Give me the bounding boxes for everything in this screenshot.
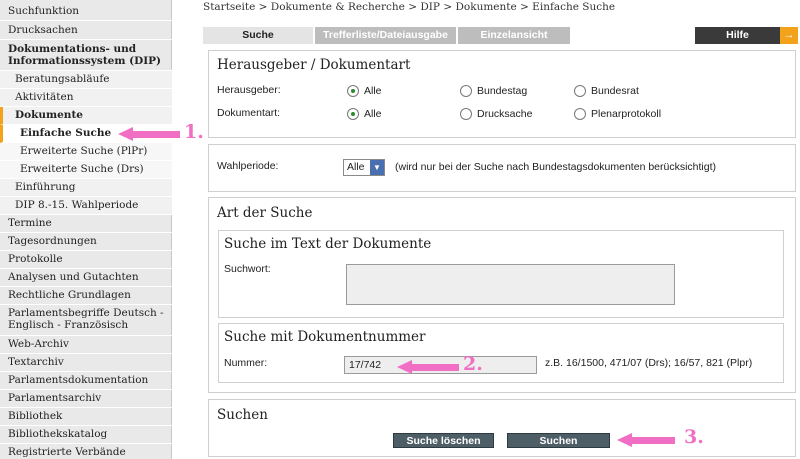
sidebar-item-parlamentsbegriffe[interactable]: Parlamentsbegriffe Deutsch - Englisch - … bbox=[0, 305, 172, 336]
sidebar-item-einfuehrung[interactable]: Einführung bbox=[0, 179, 172, 197]
period-hint: (wird nur bei der Suche nach Bundestagsd… bbox=[395, 161, 717, 173]
publisher-label: Herausgeber: bbox=[217, 84, 281, 96]
sidebar-item-beratungsablaeufe[interactable]: Beratungsabläufe bbox=[0, 71, 172, 89]
annotation-step-3: 3. bbox=[684, 426, 704, 448]
sidebar-item-tagesordnungen[interactable]: Tagesordnungen bbox=[0, 233, 172, 251]
number-example: z.B. 16/1500, 471/07 (Drs); 16/57, 821 (… bbox=[545, 357, 753, 369]
arrow-right-icon[interactable]: → bbox=[780, 27, 798, 44]
sidebar-item-dip-8-15[interactable]: DIP 8.-15. Wahlperiode bbox=[0, 197, 172, 215]
doctype-radio-alle[interactable] bbox=[347, 108, 359, 120]
clear-search-button[interactable]: Suche löschen bbox=[393, 433, 494, 448]
annotation-step-2: 2. bbox=[463, 353, 483, 375]
sidebar-item-bibliothek[interactable]: Bibliothek bbox=[0, 408, 172, 426]
breadcrumb: Startseite > Dokumente & Recherche > DIP… bbox=[203, 1, 616, 13]
annotation-arrow-1 bbox=[118, 127, 180, 141]
text-search-title: Suche im Text der Dokumente bbox=[224, 236, 432, 252]
search-button[interactable]: Suchen bbox=[507, 433, 610, 448]
doctype-option-plenarprotokoll: Plenarprotokoll bbox=[591, 108, 662, 120]
publisher-option-alle: Alle bbox=[364, 85, 382, 97]
submit-panel bbox=[208, 399, 796, 457]
doctype-label: Dokumentart: bbox=[217, 107, 281, 119]
publisher-radio-alle[interactable] bbox=[347, 85, 359, 97]
help-button[interactable]: Hilfe bbox=[695, 27, 780, 44]
sidebar-item-registrierte-verbaende[interactable]: Registrierte Verbände bbox=[0, 444, 172, 459]
submit-panel-title: Suchen bbox=[217, 407, 268, 423]
keyword-label: Suchwort: bbox=[224, 263, 271, 275]
period-label: Wahlperiode: bbox=[217, 160, 279, 172]
sidebar-item-bibliothekskatalog[interactable]: Bibliothekskatalog bbox=[0, 426, 172, 444]
sidebar-item-termine[interactable]: Termine bbox=[0, 215, 172, 233]
sidebar-item-web-archiv[interactable]: Web-Archiv bbox=[0, 336, 172, 354]
sidebar-item-suchfunktion[interactable]: Suchfunktion bbox=[0, 3, 172, 21]
sidebar-item-drucksachen[interactable]: Drucksachen bbox=[0, 22, 172, 40]
doctype-option-alle: Alle bbox=[364, 108, 382, 120]
sidebar-item-aktivitaeten[interactable]: Aktivitäten bbox=[0, 89, 172, 107]
search-type-title: Art der Suche bbox=[217, 205, 313, 221]
number-search-title: Suche mit Dokumentnummer bbox=[224, 329, 426, 345]
period-select[interactable]: Alle ▼ bbox=[343, 159, 385, 176]
sidebar-item-parlamentsarchiv[interactable]: Parlamentsarchiv bbox=[0, 390, 172, 408]
period-select-value: Alle bbox=[347, 161, 365, 173]
sidebar-item-erweiterte-suche-drs[interactable]: Erweiterte Suche (Drs) bbox=[0, 161, 172, 179]
annotation-arrow-2 bbox=[397, 360, 459, 374]
sidebar-item-analysen[interactable]: Analysen und Gutachten bbox=[0, 269, 172, 287]
sidebar-item-rechtliche-grundlagen[interactable]: Rechtliche Grundlagen bbox=[0, 287, 172, 305]
publisher-radio-bundestag[interactable] bbox=[460, 85, 472, 97]
publisher-panel-title: Herausgeber / Dokumentart bbox=[217, 57, 411, 73]
sidebar-nav: Suchfunktion Drucksachen Dokumentations-… bbox=[0, 0, 172, 459]
sidebar-item-textarchiv[interactable]: Textarchiv bbox=[0, 354, 172, 372]
sidebar-item-dip[interactable]: Dokumentations- und Informationssystem (… bbox=[0, 41, 172, 71]
doctype-option-drucksache: Drucksache bbox=[477, 108, 533, 120]
publisher-option-bundesrat: Bundesrat bbox=[591, 85, 639, 97]
publisher-option-bundestag: Bundestag bbox=[477, 85, 528, 97]
tab-trefferliste[interactable]: Trefferliste/Dateiausgabe bbox=[315, 27, 456, 44]
doctype-radio-drucksache[interactable] bbox=[460, 108, 472, 120]
sidebar-item-erweiterte-suche-plpr[interactable]: Erweiterte Suche (PlPr) bbox=[0, 143, 172, 161]
annotation-arrow-3 bbox=[617, 433, 675, 447]
tab-einzelansicht[interactable]: Einzelansicht bbox=[458, 27, 570, 44]
annotation-step-1: 1. bbox=[184, 121, 204, 143]
chevron-down-icon[interactable]: ▼ bbox=[370, 160, 384, 175]
keyword-input[interactable] bbox=[346, 264, 675, 305]
number-label: Nummer: bbox=[224, 357, 268, 369]
sidebar-item-dokumente[interactable]: Dokumente bbox=[0, 107, 172, 125]
publisher-radio-bundesrat[interactable] bbox=[574, 85, 586, 97]
sidebar-item-parlamentsdokumentation[interactable]: Parlamentsdokumentation bbox=[0, 372, 172, 390]
sidebar-item-protokolle[interactable]: Protokolle bbox=[0, 251, 172, 269]
doctype-radio-plenarprotokoll[interactable] bbox=[574, 108, 586, 120]
tab-suche[interactable]: Suche bbox=[203, 27, 313, 44]
